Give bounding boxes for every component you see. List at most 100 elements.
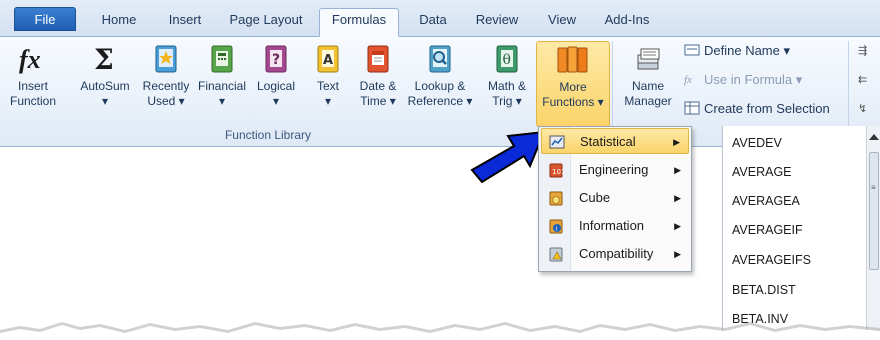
trace-precedents-icon[interactable]: ⇶ bbox=[858, 41, 867, 61]
book-star-icon bbox=[155, 45, 177, 73]
tab-review[interactable]: Review bbox=[466, 9, 528, 37]
function-item[interactable]: AVERAGE bbox=[732, 165, 792, 179]
book-magnifier-icon bbox=[429, 45, 451, 73]
math-trig-button[interactable]: θ Math & Trig ▾ bbox=[480, 41, 534, 125]
blue-arrow-annotation bbox=[470, 130, 546, 184]
math-trig-label-2: Trig ▾ bbox=[492, 94, 522, 108]
tab-data[interactable]: Data bbox=[408, 9, 458, 37]
svg-text:Σ: Σ bbox=[94, 43, 114, 75]
menu-item-compatibility[interactable]: Compatibility ▶ bbox=[541, 241, 689, 267]
submenu-arrow-icon: ▶ bbox=[674, 221, 681, 231]
tab-file[interactable]: File bbox=[14, 7, 76, 31]
function-item[interactable]: BETA.DIST bbox=[732, 283, 796, 297]
create-from-selection-button[interactable]: Create from Selection bbox=[684, 99, 830, 119]
tab-page-layout[interactable]: Page Layout bbox=[222, 9, 310, 37]
recently-used-label-2: Used ▾ bbox=[147, 94, 185, 108]
book-calculator-icon bbox=[211, 45, 233, 73]
use-in-formula-icon: fx bbox=[684, 74, 692, 86]
recently-used-button[interactable]: Recently Used ▾ bbox=[138, 41, 194, 125]
menu-item-information[interactable]: i Information ▶ bbox=[541, 213, 689, 239]
more-functions-label-1: More bbox=[559, 80, 587, 94]
function-item[interactable]: AVEDEV bbox=[732, 136, 782, 150]
submenu-arrow-icon: ▶ bbox=[674, 193, 681, 203]
cube-icon bbox=[549, 191, 563, 206]
lookup-reference-label-1: Lookup & bbox=[414, 79, 466, 93]
svg-text:101: 101 bbox=[552, 168, 564, 176]
logical-button[interactable]: ? Logical ▾ bbox=[250, 41, 302, 125]
trace-dependents-icon[interactable]: ⇇ bbox=[858, 70, 867, 90]
date-time-button[interactable]: Date & Time ▾ bbox=[352, 41, 404, 125]
text-button[interactable]: A Text ▾ bbox=[306, 41, 350, 125]
use-in-formula-label: Use in Formula ▾ bbox=[704, 72, 803, 87]
financial-label-2: ▾ bbox=[218, 94, 226, 108]
autosum-button[interactable]: Σ AutoSum ▾ bbox=[76, 41, 134, 125]
menu-item-statistical[interactable]: Statistical ▶ bbox=[541, 128, 689, 154]
information-icon: i bbox=[549, 219, 563, 234]
scroll-thumb[interactable] bbox=[869, 152, 879, 270]
name-manager-label-1: Name bbox=[631, 79, 664, 93]
recently-used-label-1: Recently bbox=[142, 79, 190, 93]
books-icon bbox=[557, 46, 588, 73]
function-item[interactable]: AVERAGEIF bbox=[732, 223, 803, 237]
svg-text:i: i bbox=[556, 226, 558, 233]
svg-text:A: A bbox=[323, 53, 333, 68]
lookup-reference-button[interactable]: Lookup & Reference ▾ bbox=[406, 41, 474, 125]
financial-button[interactable]: Financial ▾ bbox=[194, 41, 250, 125]
text-label-1: Text bbox=[316, 79, 339, 93]
book-question-icon: ? bbox=[265, 45, 287, 73]
tab-home[interactable]: Home bbox=[88, 9, 150, 37]
date-time-label-1: Date & bbox=[359, 79, 397, 93]
book-a-icon: A bbox=[317, 45, 339, 73]
svg-text:θ: θ bbox=[503, 52, 511, 68]
function-item[interactable]: AVERAGEIFS bbox=[732, 253, 811, 267]
svg-text:fx: fx bbox=[684, 74, 692, 86]
define-name-icon bbox=[684, 44, 700, 56]
scroll-up-icon[interactable] bbox=[869, 134, 879, 140]
define-name-label: Define Name ▾ bbox=[704, 43, 791, 58]
text-label-2: ▾ bbox=[324, 94, 332, 108]
tab-view[interactable]: View bbox=[536, 9, 588, 37]
financial-label-1: Financial bbox=[197, 79, 247, 93]
autosum-label-1: AutoSum bbox=[80, 79, 130, 93]
statistical-icon bbox=[549, 135, 565, 149]
submenu-arrow-icon: ▶ bbox=[674, 249, 681, 259]
book-calendar-icon bbox=[367, 45, 389, 73]
name-manager-button[interactable]: Name Manager bbox=[616, 41, 680, 125]
fx-icon: fx bbox=[19, 45, 41, 74]
more-functions-menu: Statistical ▶ 101 Engineering ▶ Cube ▶ i… bbox=[538, 126, 692, 272]
lookup-reference-label-2: Reference ▾ bbox=[407, 94, 473, 108]
svg-text:?: ? bbox=[272, 52, 280, 68]
create-from-selection-label: Create from Selection bbox=[704, 101, 830, 116]
logical-label-1: Logical bbox=[256, 79, 296, 93]
tab-formulas[interactable]: Formulas bbox=[319, 8, 399, 37]
menu-item-engineering[interactable]: 101 Engineering ▶ bbox=[541, 157, 689, 183]
define-name-button[interactable]: Define Name ▾ bbox=[684, 41, 790, 61]
function-library-group-label: Function Library bbox=[224, 128, 312, 142]
logical-label-2: ▾ bbox=[272, 94, 280, 108]
compatibility-label: Compatibility bbox=[579, 246, 654, 261]
more-functions-label-2: Functions ▾ bbox=[542, 95, 604, 109]
create-from-selection-icon bbox=[684, 101, 700, 115]
insert-function-button[interactable]: fx Insert Function bbox=[4, 41, 62, 125]
torn-edge-decoration bbox=[0, 322, 880, 340]
scroll-grip-icon: ≡ bbox=[871, 183, 876, 192]
name-manager-label-2: Manager bbox=[624, 94, 672, 108]
engineering-label: Engineering bbox=[579, 162, 649, 177]
submenu-arrow-icon: ▶ bbox=[674, 165, 681, 175]
statistical-label: Statistical bbox=[580, 134, 636, 149]
autosum-label-2: ▾ bbox=[101, 94, 109, 108]
cube-label: Cube bbox=[579, 190, 611, 205]
more-functions-button[interactable]: More Functions ▾ bbox=[536, 41, 610, 127]
use-in-formula-button[interactable]: fx Use in Formula ▾ bbox=[684, 70, 802, 90]
compatibility-icon bbox=[549, 247, 563, 262]
tab-insert[interactable]: Insert bbox=[156, 9, 214, 37]
sigma-icon: Σ bbox=[94, 43, 114, 75]
function-item[interactable]: AVERAGEA bbox=[732, 194, 800, 208]
remove-arrows-icon[interactable]: ↯ bbox=[858, 99, 867, 119]
tab-add-ins[interactable]: Add-Ins bbox=[596, 9, 658, 37]
math-trig-label-1: Math & bbox=[487, 79, 526, 93]
name-manager-icon bbox=[637, 48, 660, 70]
menu-item-cube[interactable]: Cube ▶ bbox=[541, 185, 689, 211]
information-label: Information bbox=[579, 218, 645, 233]
ribbon-tab-bar: File Home Insert Page Layout Formulas Da… bbox=[0, 0, 880, 37]
